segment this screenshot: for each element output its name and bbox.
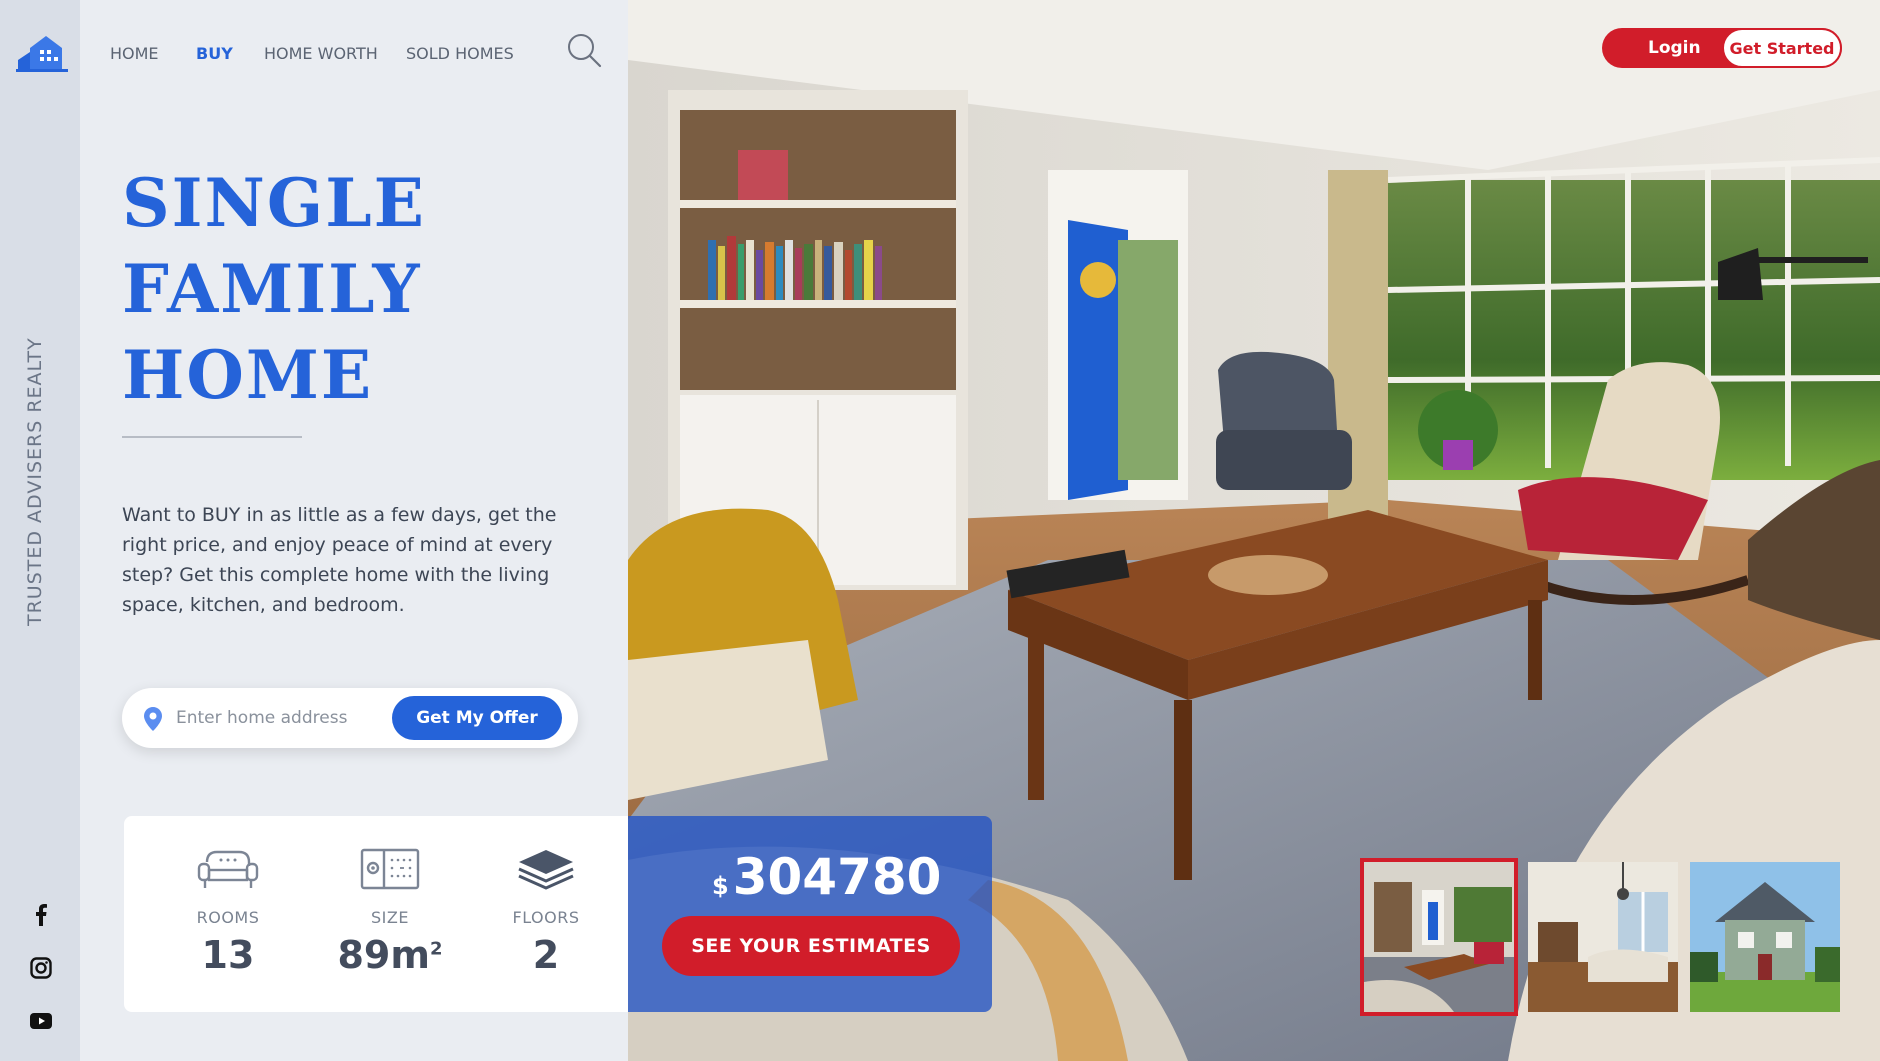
page-title: SINGLE FAMILY HOME (122, 160, 426, 418)
left-rail: TRUSTED ADVISERS REALTY (0, 0, 80, 1061)
title-line: FAMILY (122, 250, 422, 328)
title-divider (122, 436, 302, 438)
price-card: $304780 SEE YOUR ESTIMATES (628, 816, 992, 1012)
title-line: SINGLE (122, 164, 426, 242)
auth-buttons: Login Get Started (1602, 28, 1842, 68)
nav-home-worth[interactable]: HOME WORTH (264, 44, 378, 63)
nav-buy[interactable]: BUY (196, 44, 233, 63)
stat-label: ROOMS (196, 908, 260, 927)
price-display: $304780 (712, 848, 941, 906)
house-logo-icon[interactable] (16, 34, 68, 72)
youtube-icon[interactable] (30, 1010, 52, 1032)
hero-description: Want to BUY in as little as a few days, … (122, 504, 557, 616)
thumbnail-living-room[interactable] (1360, 858, 1518, 1016)
brand-tagline: TRUSTED ADVISERS REALTY (24, 337, 46, 626)
floorplan-icon (360, 848, 420, 890)
thumbnail-dining-room[interactable] (1528, 862, 1678, 1012)
get-my-offer-button[interactable]: Get My Offer (392, 696, 562, 740)
currency-symbol: $ (712, 872, 729, 900)
address-input[interactable] (176, 700, 386, 736)
stat-value: 89m2 (337, 933, 443, 977)
layers-icon (518, 850, 574, 890)
get-started-button[interactable]: Get Started (1722, 28, 1842, 68)
sofa-icon (197, 850, 259, 888)
stat-size: SIZE 89m2 (330, 846, 450, 977)
see-estimates-button[interactable]: SEE YOUR ESTIMATES (662, 916, 960, 976)
address-search: Get My Offer (122, 688, 578, 748)
property-stats: ROOMS 13 SIZE 89m2 FLOORS 2 (124, 816, 630, 1012)
title-line: HOME (122, 336, 374, 414)
thumbnail-house-exterior[interactable] (1690, 862, 1840, 1012)
stat-rooms: ROOMS 13 (168, 846, 288, 977)
search-icon[interactable] (566, 32, 602, 68)
instagram-icon[interactable] (30, 957, 52, 979)
stat-label: FLOORS (512, 908, 580, 927)
price-amount: 304780 (732, 848, 942, 906)
stat-floors: FLOORS 2 (486, 846, 606, 977)
facebook-icon[interactable] (30, 904, 52, 926)
stat-label: SIZE (371, 908, 409, 927)
nav-sold-homes[interactable]: SOLD HOMES (406, 44, 514, 63)
nav-home[interactable]: HOME (110, 44, 159, 63)
location-pin-icon (144, 707, 162, 731)
stat-value: 2 (532, 933, 560, 977)
stat-value: 13 (201, 933, 255, 977)
